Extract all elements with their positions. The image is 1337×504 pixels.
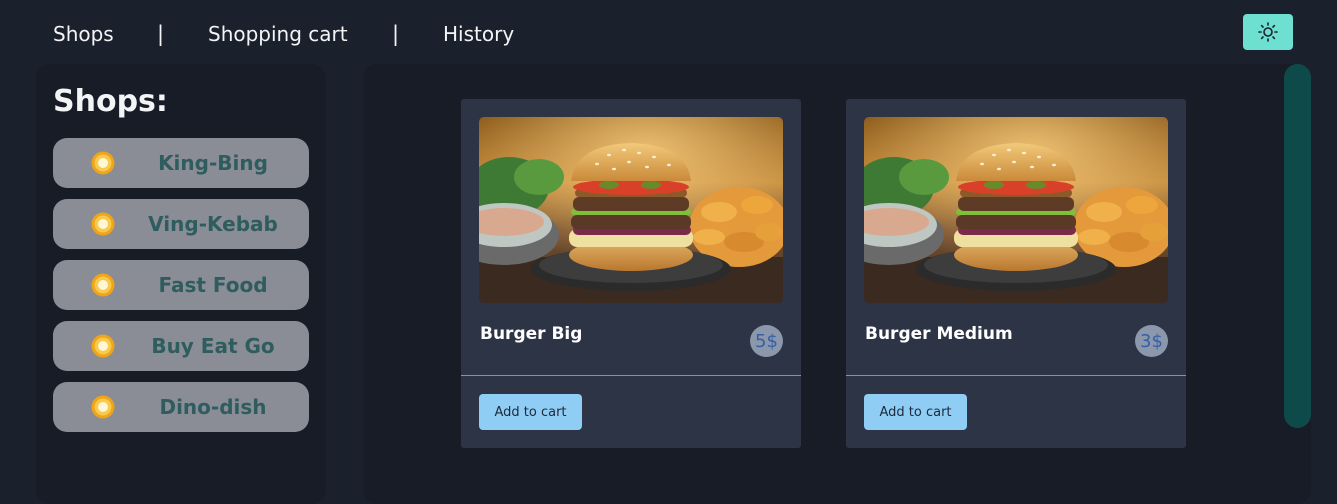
products-panel: Burger Big 5$ Add to cart Burger Medium … [363,64,1311,504]
product-card: Burger Big 5$ Add to cart [461,99,801,448]
shops-sidebar: Shops: King-Bing Ving-Kebab Fast Food Bu… [36,64,326,504]
shop-item-label: Dino-dish [159,395,267,419]
shop-item-dino-dish[interactable]: Dino-dish [53,382,309,432]
sun-icon [1258,22,1278,42]
add-to-cart-button[interactable]: Add to cart [479,394,582,430]
shop-item-label: Ving-Kebab [148,212,278,236]
product-card: Burger Medium 3$ Add to cart [846,99,1186,448]
burger-photo [479,117,783,303]
radio-dot-icon [91,273,115,297]
radio-dot-icon [91,334,115,358]
nav-link-shopping-cart[interactable]: Shopping cart [208,20,348,48]
shop-item-label: King-Bing [158,151,268,175]
radio-dot-icon [91,395,115,419]
shop-item-king-bing[interactable]: King-Bing [53,138,309,188]
nav-separator: | [392,22,400,46]
shop-item-label: Fast Food [158,273,268,297]
top-navigation: Shops | Shopping cart | History [0,0,1337,64]
shop-item-ving-kebab[interactable]: Ving-Kebab [53,199,309,249]
theme-toggle-button[interactable] [1243,14,1293,50]
card-divider [846,375,1186,376]
nav-link-history[interactable]: History [443,20,514,48]
product-name: Burger Big [480,324,583,344]
product-name: Burger Medium [865,324,1013,344]
nav-link-shops[interactable]: Shops [53,20,114,48]
shop-item-label: Buy Eat Go [151,334,275,358]
price-badge: 3$ [1135,325,1168,357]
shop-item-fast-food[interactable]: Fast Food [53,260,309,310]
add-to-cart-button[interactable]: Add to cart [864,394,967,430]
price-badge: 5$ [750,325,783,357]
shop-item-buy-eat-go[interactable]: Buy Eat Go [53,321,309,371]
sidebar-title: Shops: [53,84,168,119]
card-divider [461,375,801,376]
radio-dot-icon [91,212,115,236]
scrollbar-thumb[interactable] [1284,64,1311,428]
nav-separator: | [157,22,165,46]
radio-dot-icon [91,151,115,175]
burger-photo [864,117,1168,303]
